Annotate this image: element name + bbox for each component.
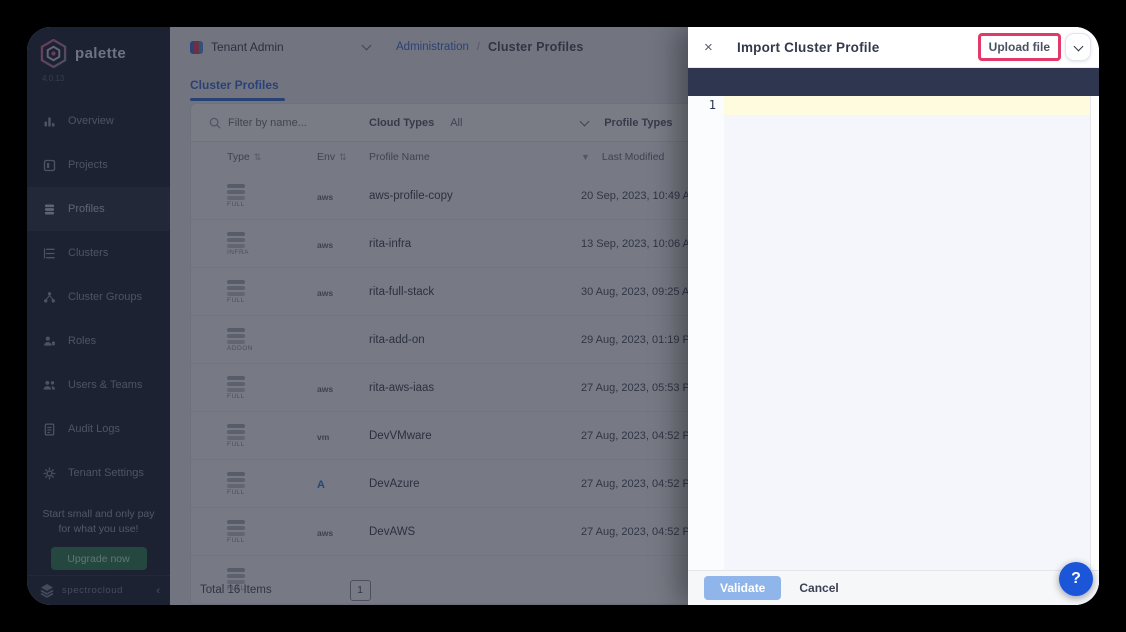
chevron-down-icon xyxy=(1073,41,1083,51)
screen: palette 4.0.13 Overview Projects Profile… xyxy=(0,0,1126,632)
editor-toolbar xyxy=(688,68,1099,96)
drawer-header: × Import Cluster Profile Upload file xyxy=(688,27,1099,68)
upload-file-highlight-box: Upload file xyxy=(978,33,1061,61)
drawer-footer: Validate Cancel xyxy=(688,570,1099,605)
upload-file-button[interactable]: Upload file xyxy=(989,40,1050,54)
editor-active-line[interactable] xyxy=(724,96,1090,115)
editor-gutter: 1 xyxy=(688,96,724,570)
help-button[interactable]: ? xyxy=(1059,562,1093,596)
import-cluster-profile-drawer: × Import Cluster Profile Upload file 1 V… xyxy=(688,27,1099,605)
app-window: palette 4.0.13 Overview Projects Profile… xyxy=(27,27,1099,605)
yaml-editor[interactable]: 1 xyxy=(688,96,1099,570)
drawer-title: Import Cluster Profile xyxy=(737,40,978,55)
upload-options-dropdown-button[interactable] xyxy=(1065,33,1091,61)
close-icon[interactable]: × xyxy=(704,39,724,56)
validate-button[interactable]: Validate xyxy=(704,576,781,600)
line-number: 1 xyxy=(688,98,716,112)
editor-scrollbar[interactable] xyxy=(1090,96,1099,570)
cancel-button[interactable]: Cancel xyxy=(799,581,838,595)
